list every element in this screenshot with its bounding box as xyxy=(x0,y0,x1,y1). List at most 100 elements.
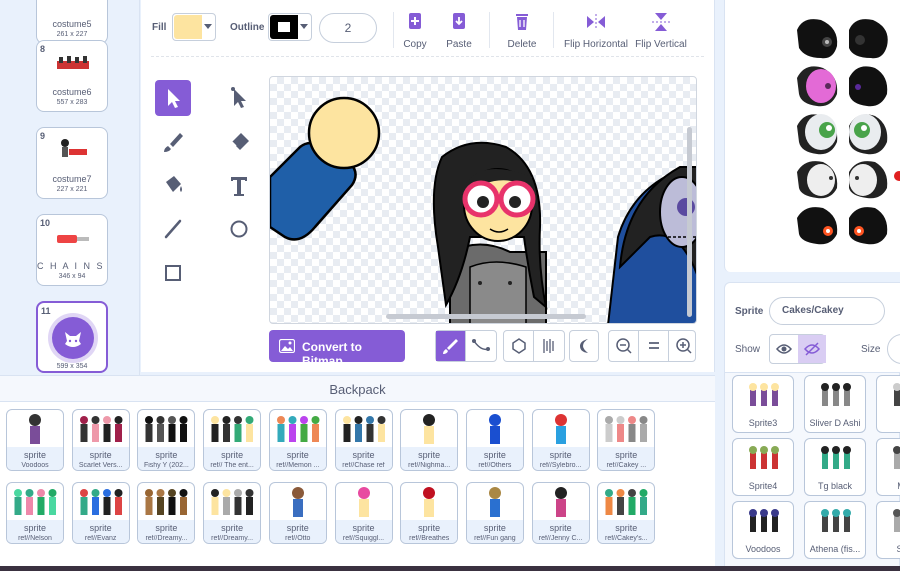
item-type: sprite xyxy=(23,523,46,533)
backpack-item[interactable]: sprite ref//Nelson xyxy=(6,482,64,544)
divider xyxy=(553,12,554,48)
select-tool[interactable] xyxy=(155,80,191,116)
backpack-item[interactable]: sprite Scarlet Vers... xyxy=(71,409,130,471)
costume-tile[interactable]: 9 costume7 227 x 221 xyxy=(36,127,108,199)
backpack-item[interactable]: sprite ref//Others xyxy=(465,409,524,471)
backpack-item[interactable]: sprite ref//Fun gang xyxy=(465,482,524,544)
item-type: sprite xyxy=(89,523,112,533)
zoom-out-button[interactable] xyxy=(609,331,639,361)
backpack-item[interactable]: sprite ref//Breathes xyxy=(400,482,459,544)
brush-mode-button[interactable] xyxy=(436,331,466,361)
taskbar-strip xyxy=(0,566,900,571)
costume-size: 261 x 227 xyxy=(56,31,88,38)
zoom-controls xyxy=(608,330,696,362)
sprite-tile[interactable]: Moni xyxy=(876,438,900,496)
costume-tile[interactable]: costume5 261 x 227 xyxy=(36,0,108,44)
group-button[interactable] xyxy=(504,331,534,361)
convert-to-bitmap-button[interactable]: Convert to Bitmap xyxy=(269,330,405,368)
backpack-item[interactable]: sprite ref// The ent... xyxy=(203,409,262,471)
backpack-item[interactable]: sprite Voodoos xyxy=(6,409,64,471)
backpack-item[interactable]: sprite ref//Nighma... xyxy=(400,409,459,471)
copy-icon xyxy=(409,13,421,29)
backpack-item[interactable]: sprite ref//Squiggl... xyxy=(334,482,393,544)
sprite-tile[interactable]: Voodoos xyxy=(732,501,794,559)
brush-tool[interactable] xyxy=(155,124,191,160)
fill-tool[interactable] xyxy=(155,167,191,203)
sprite-name-input[interactable]: Cakes/Cakey xyxy=(769,297,885,325)
reshape-mode-button[interactable] xyxy=(466,331,496,361)
sprite-thumbnail xyxy=(749,446,779,469)
item-name: ref//Jenny C... xyxy=(538,535,583,542)
sprite-tile[interactable]: Sprite4 xyxy=(732,438,794,496)
backpack-item[interactable]: sprite ref//Cakey ... xyxy=(597,409,656,471)
delete-button[interactable]: Delete xyxy=(501,12,543,50)
moon-toggle xyxy=(569,330,599,362)
backpack-item[interactable]: sprite ref//Jenny C... xyxy=(531,482,590,544)
hide-button[interactable] xyxy=(798,335,826,363)
circle-tool[interactable] xyxy=(221,211,257,247)
sprite-tile[interactable]: Sarid xyxy=(876,501,900,559)
backpack-item[interactable]: sprite ref//Sylebro... xyxy=(531,409,590,471)
item-name: ref//Memon ... xyxy=(276,462,320,469)
costume-number: 8 xyxy=(40,44,46,54)
item-name: ref//Cakey's... xyxy=(605,535,648,542)
line-tool[interactable] xyxy=(155,211,191,247)
item-name: ref//Evanz xyxy=(84,535,117,542)
sprite-thumbnail xyxy=(821,383,851,406)
sprite-thumbnail xyxy=(893,509,900,532)
copy-button[interactable]: Copy xyxy=(396,12,434,50)
brush-mode-icon xyxy=(443,339,458,354)
backpack-item[interactable]: sprite ref//Evanz xyxy=(71,482,130,544)
item-name: ref//Dreamy... xyxy=(211,535,254,542)
costume-tile-selected[interactable]: 11 599 x 354 xyxy=(36,301,108,373)
paste-button[interactable]: Paste xyxy=(439,12,479,50)
sprite-thumbnail xyxy=(605,489,648,515)
outline-color-picker[interactable] xyxy=(268,13,312,41)
stroke-width-input[interactable]: 2 xyxy=(319,13,377,43)
costume-tile[interactable]: 8 costume6 557 x 283 xyxy=(36,40,108,112)
sprite-tile[interactable]: Tg black xyxy=(804,438,866,496)
backpack-item[interactable]: sprite ref//Cakey's... xyxy=(597,482,656,544)
drawing-canvas[interactable] xyxy=(269,76,697,324)
equals-icon xyxy=(649,342,659,349)
backpack-item[interactable]: sprite ref//Chase ref xyxy=(334,409,393,471)
flip-vertical-button[interactable]: Flip Vertical xyxy=(633,12,689,50)
sprite-tile[interactable]: Sprite3 xyxy=(732,375,794,433)
ungroup-button[interactable] xyxy=(534,331,564,361)
sprite-thumbnail xyxy=(605,416,648,442)
backpack-item[interactable]: sprite ref//Dreamy... xyxy=(137,482,196,544)
brush-icon xyxy=(164,133,183,152)
costume-size: 227 x 221 xyxy=(56,186,88,193)
show-button[interactable] xyxy=(770,335,798,363)
costume-number: 9 xyxy=(40,131,46,141)
sprite-name: Moni xyxy=(877,481,900,491)
size-input[interactable] xyxy=(887,334,900,364)
stage-preview[interactable] xyxy=(724,0,900,272)
fill-color-picker[interactable] xyxy=(172,13,216,41)
zoom-reset-button[interactable] xyxy=(639,331,669,361)
reshape-tool[interactable] xyxy=(221,80,257,116)
backpack-item[interactable]: sprite Fishy Y (202... xyxy=(137,409,196,471)
sprite-thumbnail xyxy=(145,416,188,442)
sprite-tile[interactable]: Sliver D Ashi xyxy=(804,375,866,433)
outline-label: Outline xyxy=(230,22,265,33)
sprite-name: Sarid xyxy=(877,544,900,554)
zoom-in-button[interactable] xyxy=(669,331,699,361)
backpack-item[interactable]: sprite ref//Dreamy... xyxy=(203,482,262,544)
sprite-thumbnail xyxy=(211,489,254,515)
eraser-tool[interactable] xyxy=(221,124,257,160)
costume-tile[interactable]: 10 C H A I N S ... 346 x 94 xyxy=(36,214,108,286)
rectangle-tool[interactable] xyxy=(155,255,191,291)
moon-button[interactable] xyxy=(570,331,600,361)
sprite-thumbnail xyxy=(488,487,501,517)
backpack-title[interactable]: Backpack xyxy=(0,376,715,402)
backpack-item[interactable]: sprite ref//Memon ... xyxy=(268,409,327,471)
text-tool[interactable] xyxy=(221,167,257,203)
sprite-tile[interactable]: Athena (fis... xyxy=(804,501,866,559)
sprite-tile[interactable]: E xyxy=(876,375,900,433)
flip-vertical-label: Flip Vertical xyxy=(635,39,687,50)
show-label: Show xyxy=(735,344,761,355)
backpack-item[interactable]: sprite ref//Otto xyxy=(268,482,327,544)
flip-horizontal-button[interactable]: Flip Horizontal xyxy=(563,12,629,50)
item-name: Fishy Y (202... xyxy=(143,462,189,469)
